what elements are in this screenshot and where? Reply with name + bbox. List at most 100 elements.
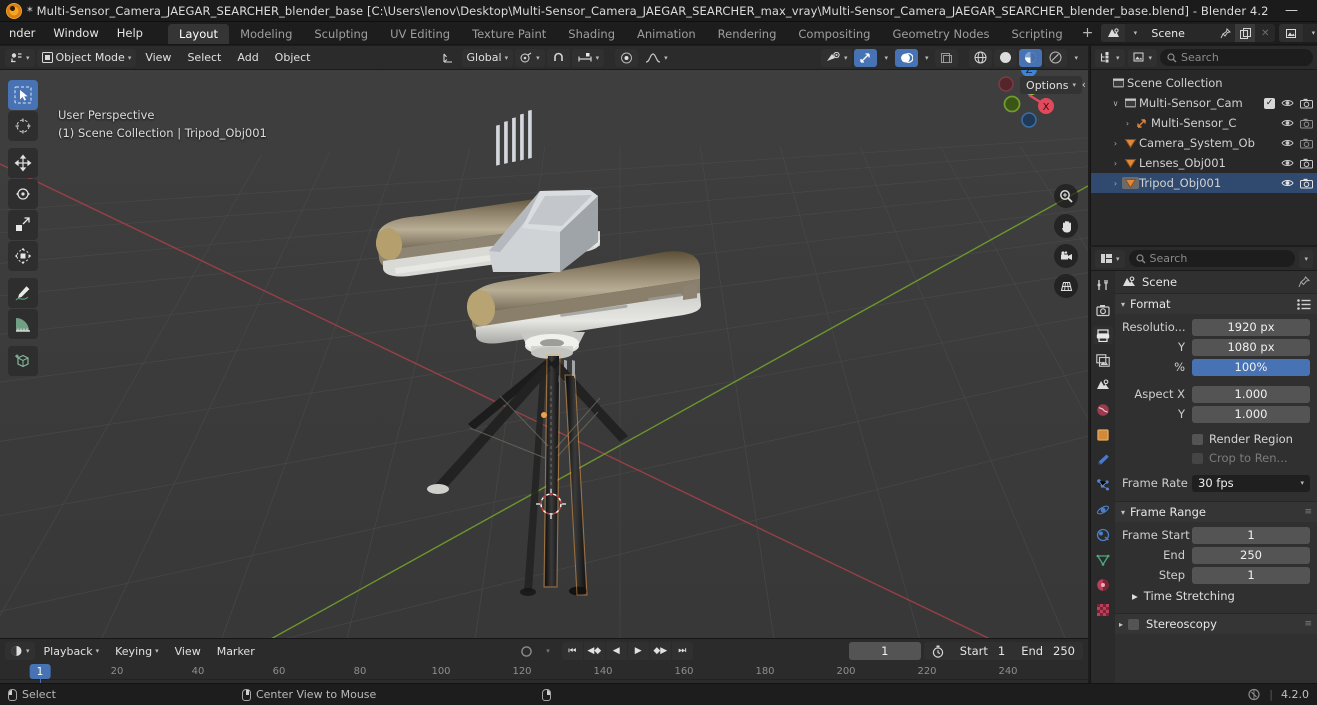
hide-eye-icon[interactable]: [1281, 178, 1294, 188]
frame-start-control[interactable]: Start 1: [952, 642, 1013, 660]
exclude-checkbox[interactable]: ✓: [1264, 97, 1275, 109]
proportional-falloff-selector[interactable]: ▾: [640, 49, 673, 67]
hide-eye-icon[interactable]: [1281, 118, 1294, 128]
disclosure-triangle[interactable]: ›: [1121, 119, 1134, 128]
disclosure-triangle[interactable]: ›: [1109, 139, 1122, 148]
tab-physics-icon[interactable]: [1093, 501, 1113, 519]
proportional-editing-toggle[interactable]: [615, 48, 639, 67]
resolution-percent-field[interactable]: 100%: [1192, 358, 1310, 376]
scene-name[interactable]: Scene: [1145, 27, 1215, 40]
scene-dropdown-caret[interactable]: ▾: [1125, 24, 1145, 42]
overlays-options-caret[interactable]: ▾: [920, 49, 934, 67]
playhead-frame-badge[interactable]: 1: [29, 664, 51, 679]
tab-texture-icon[interactable]: [1093, 601, 1113, 619]
timeline-editor-type-selector[interactable]: ▾: [5, 642, 35, 660]
3d-viewport[interactable]: ▾ Object Mode ▾ View Select Add Object G…: [0, 46, 1088, 638]
current-frame-field[interactable]: 1: [848, 642, 921, 660]
jump-to-end-button[interactable]: ⏭: [671, 642, 693, 660]
hide-eye-icon[interactable]: [1281, 158, 1294, 168]
tab-texture-paint[interactable]: Texture Paint: [461, 24, 557, 44]
auto-keying-options-caret[interactable]: ▾: [541, 642, 555, 660]
format-panel-header[interactable]: ▾ Format: [1115, 294, 1317, 314]
minimize-button[interactable]: —: [1269, 0, 1315, 22]
shading-material-preview-button[interactable]: [1019, 48, 1043, 67]
outliner-row-camera-system[interactable]: › Camera_System_Ob: [1091, 133, 1317, 153]
measure-tool[interactable]: [8, 309, 38, 339]
timeline-menu-view[interactable]: View: [168, 642, 208, 660]
viewport-sidebar-collapse-icon[interactable]: ‹: [1082, 78, 1086, 91]
transform-tool[interactable]: [8, 241, 38, 271]
stereoscopy-panel-header[interactable]: ▸ Stereoscopy ≡: [1115, 614, 1317, 634]
jump-to-prev-keyframe-button[interactable]: ◀◆: [583, 642, 605, 660]
menu-render[interactable]: nder: [0, 22, 44, 44]
pan-hand-icon[interactable]: [1054, 214, 1078, 238]
hide-eye-icon[interactable]: [1281, 98, 1294, 108]
delete-scene-button[interactable]: ✕: [1255, 24, 1275, 42]
add-cube-tool[interactable]: [8, 346, 38, 376]
disclosure-triangle[interactable]: ›: [1109, 159, 1122, 168]
viewport-canvas[interactable]: [0, 46, 1088, 638]
xray-toggle[interactable]: [935, 48, 959, 67]
viewport-menu-view[interactable]: View: [138, 49, 178, 67]
tab-particles-icon[interactable]: [1093, 476, 1113, 494]
zoom-icon[interactable]: [1054, 184, 1078, 208]
cursor-tool[interactable]: [8, 111, 38, 141]
frame-start-field[interactable]: 1: [1192, 526, 1310, 544]
tab-scene-icon[interactable]: [1093, 376, 1113, 394]
properties-search-input[interactable]: Search: [1128, 250, 1296, 267]
editor-type-selector[interactable]: ▾: [5, 48, 35, 67]
tweak-select-box-tool[interactable]: [8, 80, 38, 110]
viewport-menu-add[interactable]: Add: [230, 49, 265, 67]
tab-layout[interactable]: Layout: [167, 24, 230, 44]
shading-wireframe-button[interactable]: [969, 48, 993, 67]
resolution-y-field[interactable]: 1080 px: [1192, 338, 1310, 356]
frame-end-field[interactable]: 250: [1192, 546, 1310, 564]
add-workspace-button[interactable]: +: [1074, 22, 1102, 44]
tab-sculpting[interactable]: Sculpting: [303, 24, 379, 44]
time-stretching-subpanel-header[interactable]: ▸ Time Stretching: [1122, 586, 1310, 606]
tab-geometry-nodes[interactable]: Geometry Nodes: [881, 24, 1000, 44]
outliner-editor-type-selector[interactable]: ▾: [1095, 48, 1125, 67]
disable-render-camera-icon[interactable]: [1300, 178, 1313, 189]
jump-to-start-button[interactable]: ⏮: [561, 642, 583, 660]
timeline-menu-playback[interactable]: Playback ▾: [37, 642, 107, 660]
rotate-tool[interactable]: [8, 179, 38, 209]
viewport-options-button[interactable]: Options ▾: [1020, 76, 1082, 94]
tab-uv-editing[interactable]: UV Editing: [379, 24, 461, 44]
format-presets-icon[interactable]: [1297, 298, 1311, 310]
outliner-row-multi-sensor-cam[interactable]: ∨ Multi-Sensor_Cam ✓: [1091, 93, 1317, 113]
new-scene-button[interactable]: [1235, 24, 1256, 42]
disclosure-triangle[interactable]: ∨: [1109, 99, 1122, 108]
render-region-row[interactable]: Render Region: [1122, 430, 1310, 448]
tab-material-icon[interactable]: [1093, 576, 1113, 594]
play-button[interactable]: ▶: [627, 642, 649, 660]
tab-data-icon[interactable]: [1093, 551, 1113, 569]
aspect-x-field[interactable]: 1.000: [1192, 385, 1310, 403]
gizmo-toggle[interactable]: [854, 48, 878, 67]
tab-rendering[interactable]: Rendering: [707, 24, 788, 44]
disable-render-camera-icon[interactable]: [1300, 138, 1313, 149]
viewlayer-selector[interactable]: ▾ ViewLayer ✕: [1279, 24, 1317, 42]
shading-rendered-button[interactable]: [1044, 48, 1068, 67]
timeline-menu-marker[interactable]: Marker: [210, 642, 262, 660]
tab-shading[interactable]: Shading: [557, 24, 626, 44]
viewlayer-dropdown-caret[interactable]: ▾: [1303, 24, 1317, 42]
disable-render-camera-icon[interactable]: [1300, 98, 1313, 109]
toggle-perspective-icon[interactable]: [1054, 274, 1078, 298]
frame-rate-dropdown[interactable]: 30 fps ▾: [1192, 474, 1310, 492]
tab-object-icon[interactable]: [1093, 426, 1113, 444]
outliner-editor[interactable]: ▾ ▾ Search Scene Collection ∨ Multi-Sens…: [1090, 46, 1317, 245]
transform-orientation-selector[interactable]: Global ▾: [461, 48, 514, 67]
viewport-menu-select[interactable]: Select: [180, 49, 228, 67]
tab-tool-icon[interactable]: [1093, 276, 1113, 294]
object-mode-selector[interactable]: Object Mode ▾: [36, 48, 137, 67]
outliner-search-input[interactable]: Search: [1160, 49, 1313, 66]
tab-modeling[interactable]: Modeling: [229, 24, 303, 44]
tab-compositing[interactable]: Compositing: [787, 24, 881, 44]
menu-help[interactable]: Help: [108, 22, 152, 44]
snap-target-selector[interactable]: ▾: [571, 48, 605, 67]
timeline-menu-keying[interactable]: Keying ▾: [108, 642, 165, 660]
annotate-tool[interactable]: [8, 278, 38, 308]
auto-keying-toggle[interactable]: [515, 642, 538, 660]
disable-render-camera-icon[interactable]: [1300, 118, 1313, 129]
